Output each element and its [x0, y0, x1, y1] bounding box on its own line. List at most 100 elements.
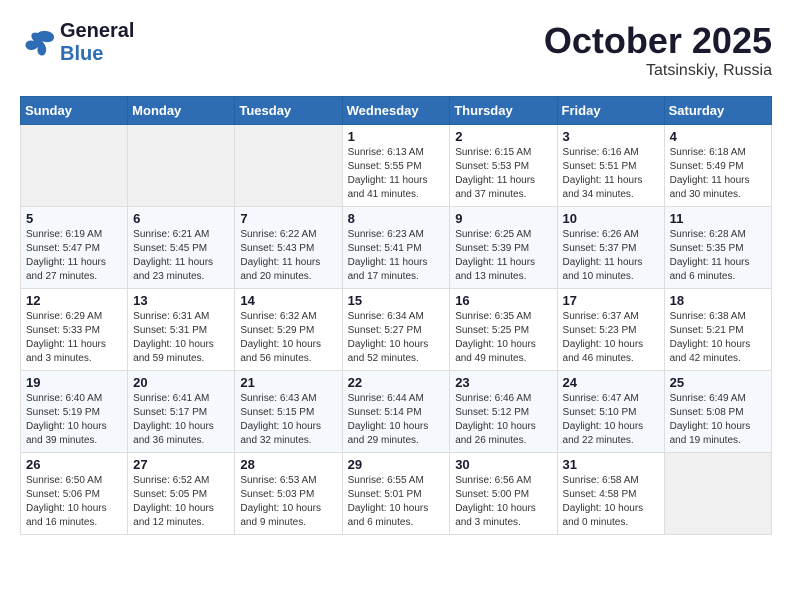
calendar-cell: 28 Sunrise: 6:53 AM Sunset: 5:03 PM Dayli…: [235, 453, 342, 535]
day-number: 23: [455, 375, 551, 390]
day-number: 26: [26, 457, 122, 472]
calendar-table: SundayMondayTuesdayWednesdayThursdayFrid…: [20, 96, 772, 535]
day-number: 22: [348, 375, 445, 390]
day-number: 4: [670, 129, 766, 144]
calendar-cell: 27 Sunrise: 6:52 AM Sunset: 5:05 PM Dayli…: [128, 453, 235, 535]
day-info: Sunrise: 6:23 AM Sunset: 5:41 PM Dayligh…: [348, 228, 445, 284]
weekday-header-monday: Monday: [128, 97, 235, 125]
day-number: 15: [348, 293, 445, 308]
day-info: Sunrise: 6:58 AM Sunset: 4:58 PM Dayligh…: [563, 474, 659, 530]
weekday-header-thursday: Thursday: [450, 97, 557, 125]
day-number: 2: [455, 129, 551, 144]
day-info: Sunrise: 6:46 AM Sunset: 5:12 PM Dayligh…: [455, 392, 551, 448]
calendar-cell: 21 Sunrise: 6:43 AM Sunset: 5:15 PM Dayli…: [235, 371, 342, 453]
day-info: Sunrise: 6:56 AM Sunset: 5:00 PM Dayligh…: [455, 474, 551, 530]
day-number: 7: [240, 211, 336, 226]
calendar-cell: [128, 125, 235, 207]
day-number: 28: [240, 457, 336, 472]
calendar-cell: 12 Sunrise: 6:29 AM Sunset: 5:33 PM Dayli…: [21, 289, 128, 371]
day-info: Sunrise: 6:25 AM Sunset: 5:39 PM Dayligh…: [455, 228, 551, 284]
calendar-cell: 9 Sunrise: 6:25 AM Sunset: 5:39 PM Daylig…: [450, 207, 557, 289]
day-number: 20: [133, 375, 229, 390]
day-number: 21: [240, 375, 336, 390]
location: Tatsinskiy, Russia: [544, 62, 772, 80]
calendar-cell: 2 Sunrise: 6:15 AM Sunset: 5:53 PM Daylig…: [450, 125, 557, 207]
day-info: Sunrise: 6:53 AM Sunset: 5:03 PM Dayligh…: [240, 474, 336, 530]
calendar-cell: 1Sunrise: 6:13 AM Sunset: 5:55 PM Daylig…: [342, 125, 450, 207]
calendar-week-row: 19 Sunrise: 6:40 AM Sunset: 5:19 PM Dayli…: [21, 371, 772, 453]
calendar-cell: 14Sunrise: 6:32 AM Sunset: 5:29 PM Dayli…: [235, 289, 342, 371]
calendar-cell: 4 Sunrise: 6:18 AM Sunset: 5:49 PM Daylig…: [664, 125, 771, 207]
day-info: Sunrise: 6:34 AM Sunset: 5:27 PM Dayligh…: [348, 310, 445, 366]
day-info: Sunrise: 6:31 AM Sunset: 5:31 PM Dayligh…: [133, 310, 229, 366]
logo-general-text: General: [60, 20, 134, 42]
calendar-cell: 26 Sunrise: 6:50 AM Sunset: 5:06 PM Dayli…: [21, 453, 128, 535]
calendar-cell: 19 Sunrise: 6:40 AM Sunset: 5:19 PM Dayli…: [21, 371, 128, 453]
calendar-cell: 31 Sunrise: 6:58 AM Sunset: 4:58 PM Dayli…: [557, 453, 664, 535]
day-info: Sunrise: 6:50 AM Sunset: 5:06 PM Dayligh…: [26, 474, 122, 530]
weekday-header-row: SundayMondayTuesdayWednesdayThursdayFrid…: [21, 97, 772, 125]
day-info: Sunrise: 6:38 AM Sunset: 5:21 PM Dayligh…: [670, 310, 766, 366]
day-info: Sunrise: 6:37 AM Sunset: 5:23 PM Dayligh…: [563, 310, 659, 366]
weekday-header-friday: Friday: [557, 97, 664, 125]
day-number: 19: [26, 375, 122, 390]
day-info: Sunrise: 6:47 AM Sunset: 5:10 PM Dayligh…: [563, 392, 659, 448]
calendar-week-row: 12 Sunrise: 6:29 AM Sunset: 5:33 PM Dayli…: [21, 289, 772, 371]
calendar-cell: [664, 453, 771, 535]
day-info: Sunrise: 6:28 AM Sunset: 5:35 PM Dayligh…: [670, 228, 766, 284]
calendar-cell: 6 Sunrise: 6:21 AM Sunset: 5:45 PM Daylig…: [128, 207, 235, 289]
day-number: 9: [455, 211, 551, 226]
calendar-cell: [235, 125, 342, 207]
calendar-cell: 5 Sunrise: 6:19 AM Sunset: 5:47 PM Daylig…: [21, 207, 128, 289]
calendar-cell: 3Sunrise: 6:16 AM Sunset: 5:51 PM Daylig…: [557, 125, 664, 207]
calendar-cell: [21, 125, 128, 207]
calendar-week-row: 5 Sunrise: 6:19 AM Sunset: 5:47 PM Daylig…: [21, 207, 772, 289]
calendar-cell: 22 Sunrise: 6:44 AM Sunset: 5:14 PM Dayli…: [342, 371, 450, 453]
day-number: 8: [348, 211, 445, 226]
calendar-cell: 23 Sunrise: 6:46 AM Sunset: 5:12 PM Dayli…: [450, 371, 557, 453]
weekday-header-sunday: Sunday: [21, 97, 128, 125]
day-info: Sunrise: 6:35 AM Sunset: 5:25 PM Dayligh…: [455, 310, 551, 366]
calendar-week-row: 1Sunrise: 6:13 AM Sunset: 5:55 PM Daylig…: [21, 125, 772, 207]
day-number: 29: [348, 457, 445, 472]
day-info: Sunrise: 6:15 AM Sunset: 5:53 PM Dayligh…: [455, 146, 551, 202]
day-number: 13: [133, 293, 229, 308]
day-info: Sunrise: 6:21 AM Sunset: 5:45 PM Dayligh…: [133, 228, 229, 284]
day-number: 16: [455, 293, 551, 308]
day-info: Sunrise: 6:29 AM Sunset: 5:33 PM Dayligh…: [26, 310, 122, 366]
weekday-header-saturday: Saturday: [664, 97, 771, 125]
day-number: 10: [563, 211, 659, 226]
title-block: October 2025 Tatsinskiy, Russia: [544, 20, 772, 80]
calendar-cell: 17 Sunrise: 6:37 AM Sunset: 5:23 PM Dayli…: [557, 289, 664, 371]
day-number: 27: [133, 457, 229, 472]
day-number: 11: [670, 211, 766, 226]
weekday-header-wednesday: Wednesday: [342, 97, 450, 125]
logo: General Blue: [20, 20, 134, 66]
day-info: Sunrise: 6:22 AM Sunset: 5:43 PM Dayligh…: [240, 228, 336, 284]
day-number: 3: [563, 129, 659, 144]
day-number: 18: [670, 293, 766, 308]
day-info: Sunrise: 6:43 AM Sunset: 5:15 PM Dayligh…: [240, 392, 336, 448]
day-info: Sunrise: 6:19 AM Sunset: 5:47 PM Dayligh…: [26, 228, 122, 284]
calendar-cell: 30Sunrise: 6:56 AM Sunset: 5:00 PM Dayli…: [450, 453, 557, 535]
day-number: 17: [563, 293, 659, 308]
logo-bird-icon: [20, 29, 56, 57]
calendar-cell: 16 Sunrise: 6:35 AM Sunset: 5:25 PM Dayli…: [450, 289, 557, 371]
day-info: Sunrise: 6:44 AM Sunset: 5:14 PM Dayligh…: [348, 392, 445, 448]
day-number: 31: [563, 457, 659, 472]
day-number: 5: [26, 211, 122, 226]
day-number: 6: [133, 211, 229, 226]
calendar-cell: 13 Sunrise: 6:31 AM Sunset: 5:31 PM Dayli…: [128, 289, 235, 371]
day-info: Sunrise: 6:49 AM Sunset: 5:08 PM Dayligh…: [670, 392, 766, 448]
day-info: Sunrise: 6:40 AM Sunset: 5:19 PM Dayligh…: [26, 392, 122, 448]
day-info: Sunrise: 6:26 AM Sunset: 5:37 PM Dayligh…: [563, 228, 659, 284]
calendar-cell: 10 Sunrise: 6:26 AM Sunset: 5:37 PM Dayli…: [557, 207, 664, 289]
day-info: Sunrise: 6:18 AM Sunset: 5:49 PM Dayligh…: [670, 146, 766, 202]
calendar-week-row: 26 Sunrise: 6:50 AM Sunset: 5:06 PM Dayli…: [21, 453, 772, 535]
day-info: Sunrise: 6:52 AM Sunset: 5:05 PM Dayligh…: [133, 474, 229, 530]
weekday-header-tuesday: Tuesday: [235, 97, 342, 125]
day-number: 12: [26, 293, 122, 308]
calendar-cell: 25Sunrise: 6:49 AM Sunset: 5:08 PM Dayli…: [664, 371, 771, 453]
calendar-cell: 18 Sunrise: 6:38 AM Sunset: 5:21 PM Dayli…: [664, 289, 771, 371]
calendar-cell: 11 Sunrise: 6:28 AM Sunset: 5:35 PM Dayli…: [664, 207, 771, 289]
